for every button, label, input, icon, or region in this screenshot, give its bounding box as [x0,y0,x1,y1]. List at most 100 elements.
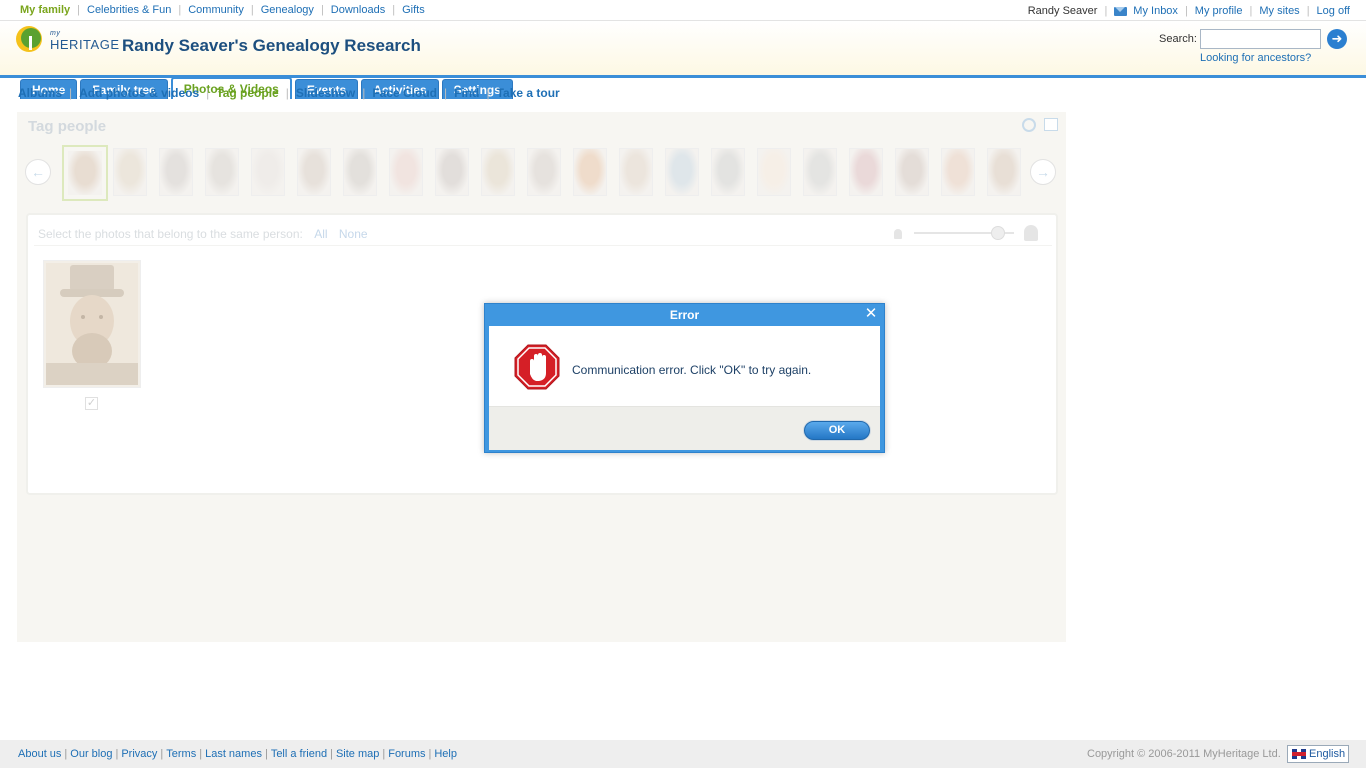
top-nav-my-family[interactable]: My family [20,4,70,16]
face-thumbnail[interactable] [941,148,975,196]
face-photo-thumbnail[interactable] [43,260,141,388]
footer-our-blog[interactable]: Our blog [70,748,112,760]
footer-terms[interactable]: Terms [166,748,196,760]
top-nav: My family | Celebrities & Fun | Community | Ge… [20,4,425,16]
subnav-add-photos[interactable]: Add photos & videos [79,86,199,100]
face-image [896,149,928,195]
face-thumbnail[interactable] [389,148,423,196]
separator: | [330,748,333,760]
select-prompt-text: Select the photos that belong to the sam… [38,227,303,241]
mail-icon[interactable] [1114,6,1128,16]
face-thumbnail[interactable] [343,148,377,196]
face-thumbnail[interactable] [251,148,285,196]
separator: | [392,4,396,16]
footer-site-map[interactable]: Site map [336,748,379,760]
looking-for-ancestors-link[interactable]: Looking for ancestors? [1200,52,1311,64]
photos-subnav: Albums | Add photos & videos | Tag people | Sl… [18,86,560,100]
separator: | [428,748,432,760]
face-image [344,149,376,195]
logo-wordmark: my HERITAGE [50,28,120,51]
face-thumbnail[interactable] [803,148,837,196]
tree-logo-icon [16,26,48,52]
face-thumbnail[interactable] [849,148,883,196]
expand-icon[interactable] [1044,118,1058,131]
separator: | [77,4,80,16]
footer-last-names[interactable]: Last names [205,748,262,760]
face-thumbnail[interactable] [895,148,929,196]
subnav-albums[interactable]: Albums [18,86,62,100]
footer-help[interactable]: Help [434,748,457,760]
myheritage-logo[interactable]: my HERITAGE [16,26,120,52]
face-thumbnail[interactable] [987,148,1021,196]
separator: | [486,86,490,100]
face-image [298,149,330,195]
face-thumbnail[interactable] [665,148,699,196]
face-image [482,149,514,195]
large-person-icon [1024,225,1038,241]
inbox-link[interactable]: My Inbox [1133,5,1178,17]
face-image [988,149,1020,195]
profile-link[interactable]: My profile [1195,5,1243,17]
sites-link[interactable]: My sites [1259,5,1299,17]
top-nav-community[interactable]: Community [188,4,244,16]
subnav-take-a-tour[interactable]: Take a tour [497,86,560,100]
ok-button[interactable]: OK [804,421,870,440]
subnav-tag-people[interactable]: Tag people [216,86,278,100]
separator: | [362,86,366,100]
logoff-link[interactable]: Log off [1317,5,1350,17]
zoom-thumb[interactable] [991,226,1005,240]
face-thumbnail[interactable] [757,148,791,196]
footer-about-us[interactable]: About us [18,748,61,760]
face-image [712,149,744,195]
face-image [758,149,790,195]
search-go-icon[interactable]: ➜ [1327,29,1347,49]
dialog-body: Communication error. Click "OK" to try a… [489,326,880,450]
separator: | [64,748,68,760]
prev-arrow-icon[interactable]: ← [25,159,51,185]
top-nav-celebrities[interactable]: Celebrities & Fun [87,4,171,16]
separator: | [250,4,254,16]
select-prompt: Select the photos that belong to the sam… [38,227,368,241]
face-thumbnail[interactable] [573,148,607,196]
face-thumbnail[interactable] [527,148,561,196]
footer-links: About us | Our blog | Privacy | Terms | Last nam… [18,748,457,760]
subnav-face-cloud[interactable]: Face Cloud [372,86,437,100]
select-all-link[interactable]: All [314,227,327,241]
language-selector[interactable]: English [1287,745,1349,763]
close-icon[interactable]: ✕ [864,306,878,321]
footer-tell-a-friend[interactable]: Tell a friend [271,748,327,760]
panel-title: Tag people [28,118,107,135]
footer-forums[interactable]: Forums [388,748,425,760]
top-nav-gifts[interactable]: Gifts [402,4,425,16]
refresh-icon[interactable] [1022,118,1036,132]
small-person-icon [894,229,902,239]
subnav-slideshow[interactable]: Slideshow [296,86,355,100]
zoom-slider[interactable] [894,225,1044,241]
top-nav-genealogy[interactable]: Genealogy [261,4,314,16]
footer-privacy[interactable]: Privacy [121,748,157,760]
select-none-link[interactable]: None [339,227,368,241]
site-footer: About us | Our blog | Privacy | Terms | Last nam… [0,740,1366,768]
error-message: Communication error. Click "OK" to try a… [572,363,812,377]
top-nav-downloads[interactable]: Downloads [331,4,385,16]
face-thumbnail[interactable] [113,148,147,196]
search-input[interactable] [1200,29,1321,49]
face-thumbnail[interactable] [62,145,108,201]
separator: | [382,748,386,760]
language-label: English [1309,748,1346,760]
separator: | [1104,5,1108,17]
face-thumbnail[interactable] [481,148,515,196]
separator: | [444,86,448,100]
separator: | [160,748,164,760]
face-image [160,149,192,195]
subnav-find[interactable]: Find [454,86,479,100]
face-thumbnail[interactable] [205,148,239,196]
next-arrow-icon[interactable]: → [1030,159,1056,185]
photo-checkbox[interactable]: ✓ [85,397,98,410]
face-thumbnail[interactable] [619,148,653,196]
face-thumbnail[interactable] [711,148,745,196]
face-thumbnail[interactable] [159,148,193,196]
face-image [390,149,422,195]
face-thumbnail[interactable] [435,148,469,196]
face-thumbnail[interactable] [297,148,331,196]
